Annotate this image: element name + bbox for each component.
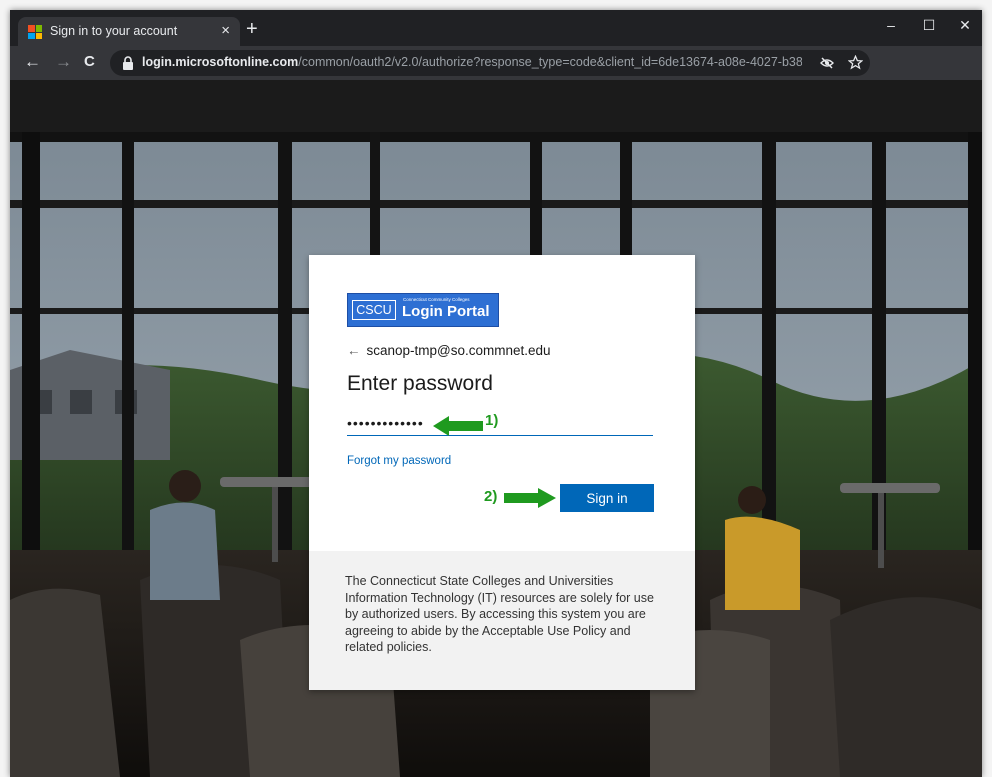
eye-off-icon[interactable] — [820, 56, 834, 70]
tab-strip: Sign in to your account × + – ☐ ✕ — [10, 10, 982, 46]
password-field[interactable] — [347, 411, 653, 436]
forgot-password-link[interactable]: Forgot my password — [347, 455, 451, 467]
back-arrow-icon[interactable]: ← — [347, 343, 361, 358]
url-host: login.microsoftonline.com — [142, 55, 299, 69]
annotation-step-1: 1) — [485, 412, 499, 429]
address-bar[interactable]: login.microsoftonline.com/common/oauth2/… — [110, 50, 870, 76]
tab-sign-in[interactable]: Sign in to your account × — [18, 17, 240, 46]
back-button[interactable]: ← — [24, 52, 41, 72]
url-path: /common/oauth2/v2.0/authorize?response_t… — [298, 55, 802, 69]
close-window-button[interactable]: ✕ — [950, 17, 980, 34]
page-content: CSCU Connecticut Community Colleges Logi… — [10, 80, 982, 777]
new-tab-button[interactable]: + — [246, 19, 258, 39]
maximize-button[interactable]: ☐ — [914, 17, 944, 34]
browser-toolbar: ← → C login.microsoftonline.com/common/o… — [10, 46, 982, 80]
browser-window: Sign in to your account × + – ☐ ✕ ← → C … — [10, 10, 982, 777]
brand-subtitle: Connecticut Community Colleges — [403, 297, 470, 302]
microsoft-logo-icon — [28, 25, 42, 39]
lock-icon — [123, 56, 133, 70]
cscu-login-portal-logo: CSCU Connecticut Community Colleges Logi… — [347, 293, 499, 327]
url-text: login.microsoftonline.com/common/oauth2/… — [142, 55, 802, 69]
tab-close-icon[interactable]: × — [221, 21, 230, 41]
annotation-step-2: 2) — [484, 488, 498, 505]
minimize-button[interactable]: – — [876, 17, 906, 33]
page-title: Enter password — [347, 372, 493, 395]
identity-email: scanop-tmp@so.commnet.edu — [366, 343, 551, 358]
brand-title: Login Portal — [402, 303, 490, 320]
identity-banner[interactable]: ← scanop-tmp@so.commnet.edu — [347, 343, 551, 358]
sign-in-button[interactable]: Sign in — [560, 484, 654, 512]
tab-title: Sign in to your account — [50, 24, 178, 38]
annotation-arrow-1-icon — [433, 416, 483, 436]
reload-button[interactable]: C — [84, 52, 95, 72]
login-card: CSCU Connecticut Community Colleges Logi… — [309, 255, 695, 690]
forward-button[interactable]: → — [55, 52, 72, 72]
disclaimer-text: The Connecticut State Colleges and Unive… — [345, 574, 654, 654]
brand-short: CSCU — [352, 300, 396, 320]
star-icon[interactable] — [848, 55, 863, 70]
annotation-arrow-2-icon — [504, 488, 556, 508]
disclaimer-panel: The Connecticut State Colleges and Unive… — [309, 551, 695, 690]
